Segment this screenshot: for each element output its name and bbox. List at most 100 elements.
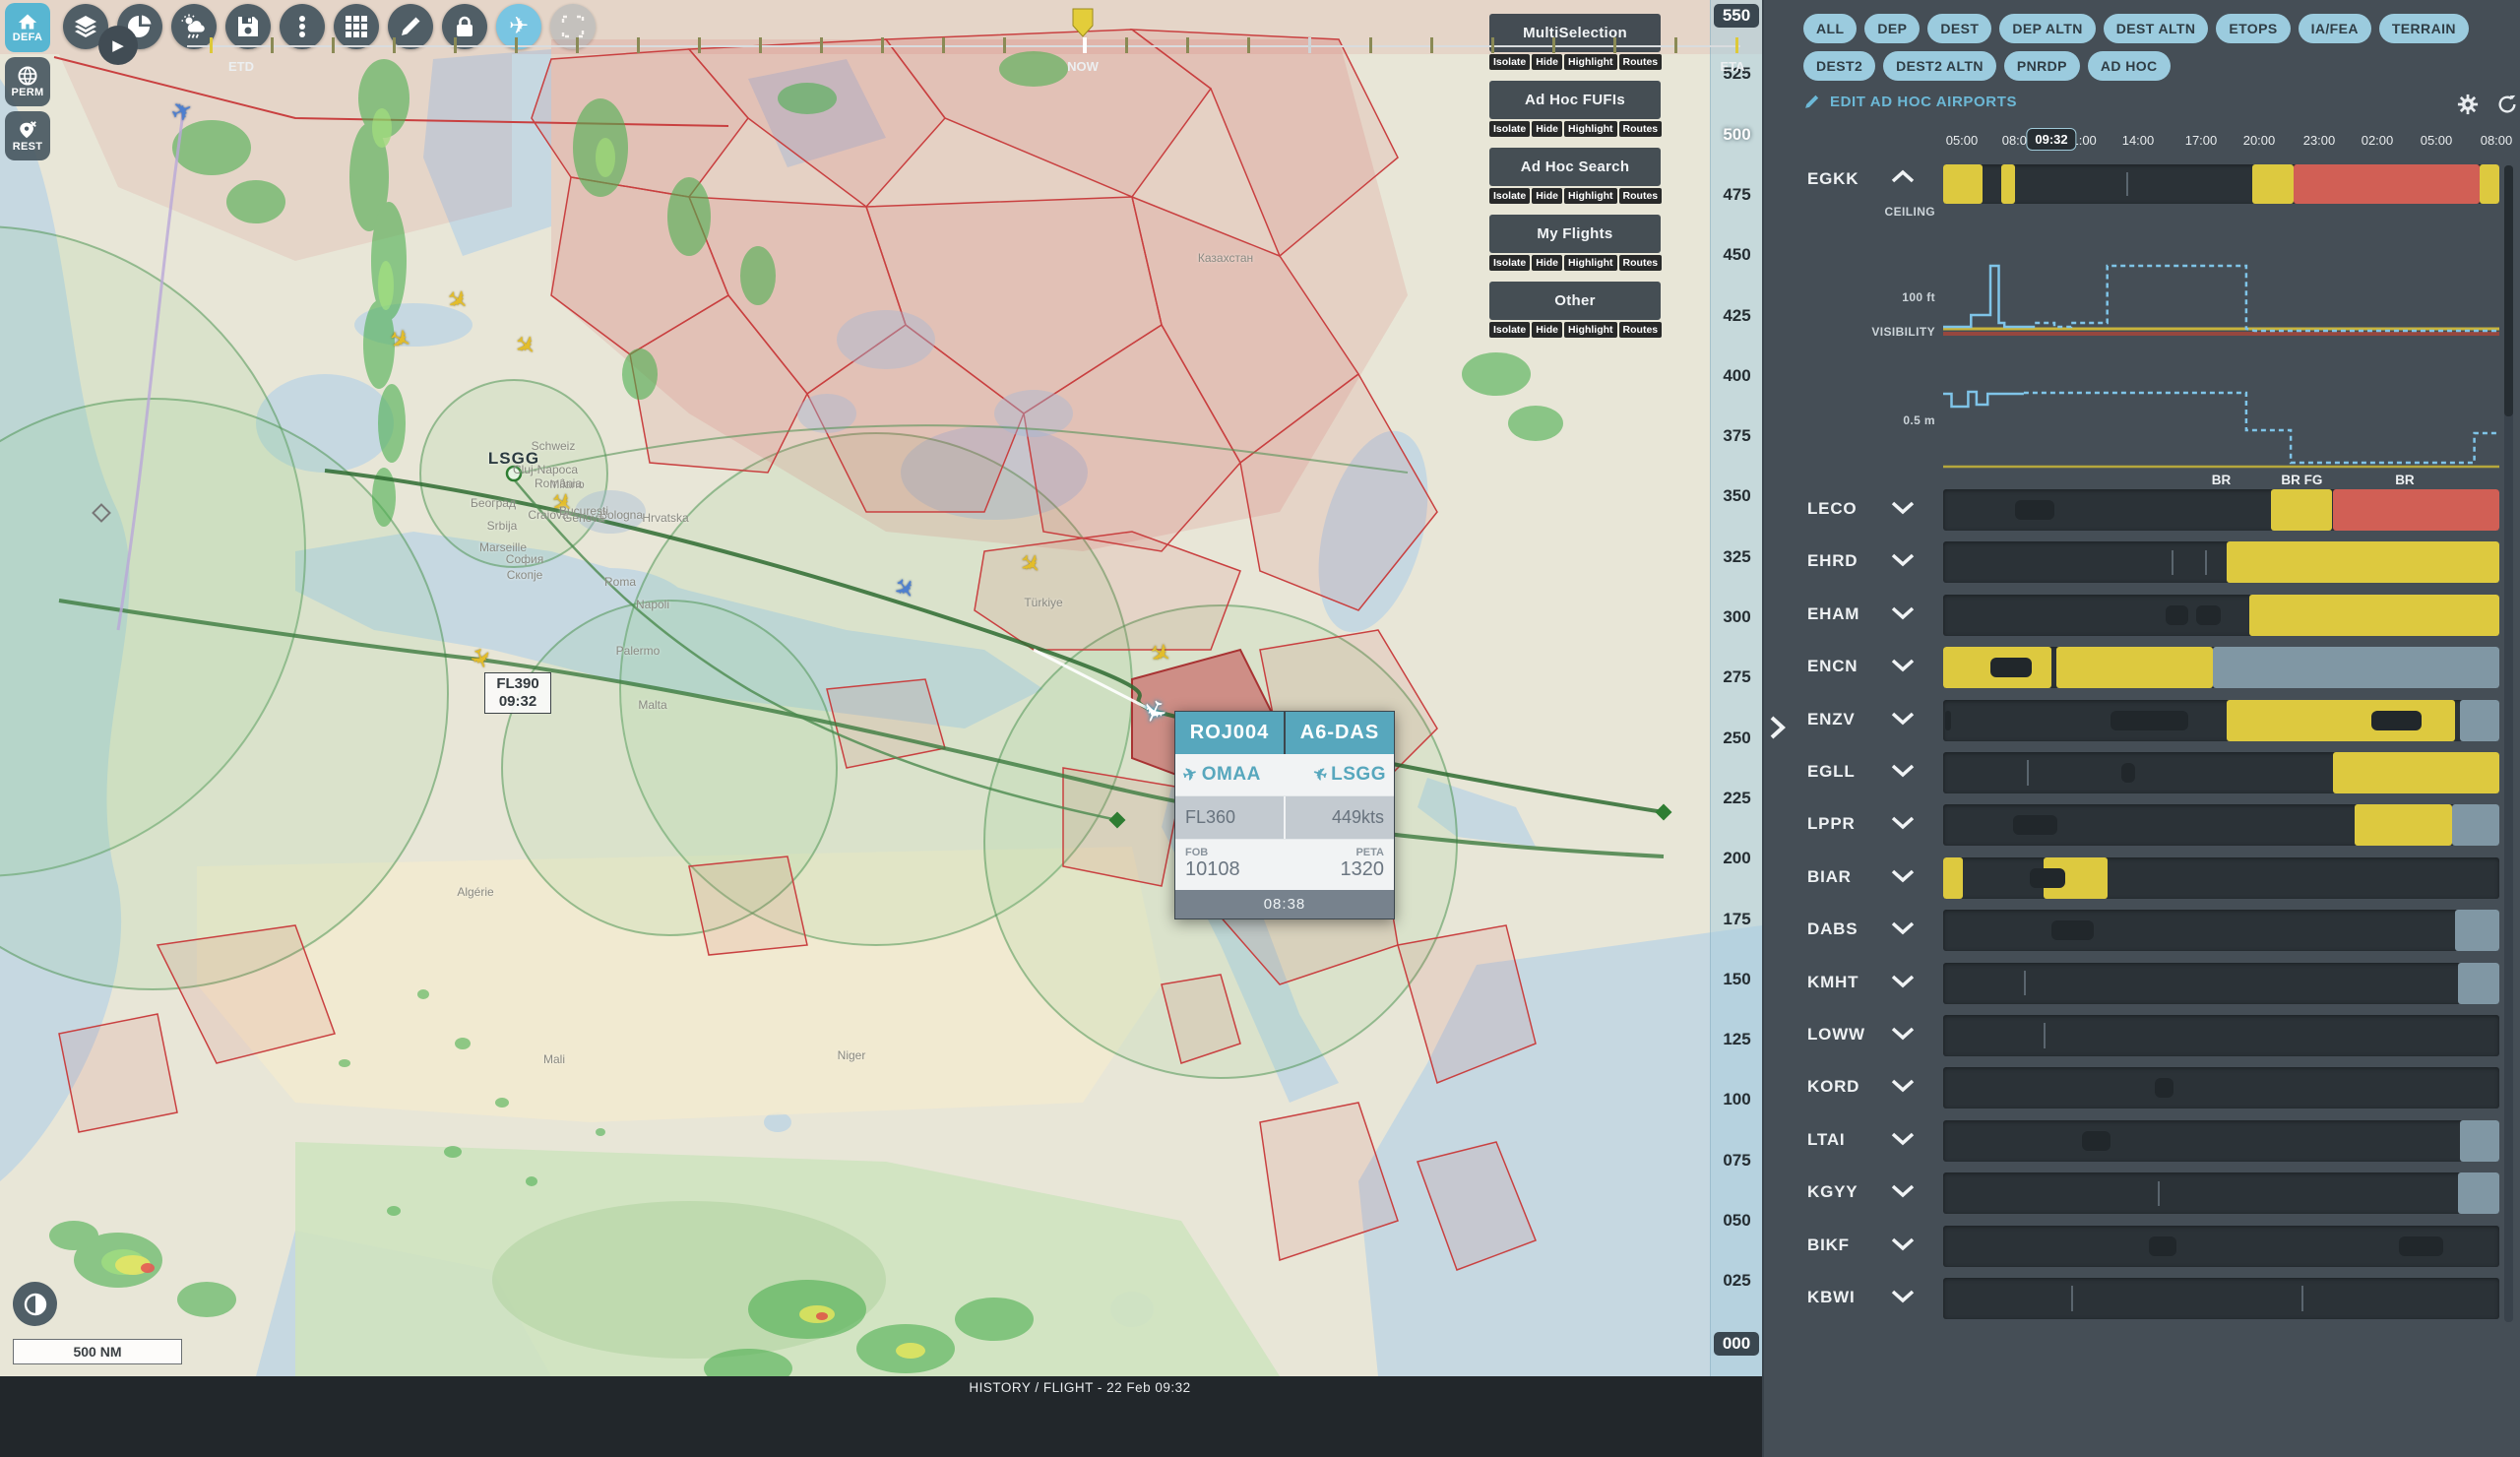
leco-weather-timeline-bar[interactable] <box>1943 489 2499 531</box>
timeline-track[interactable] <box>187 45 1740 47</box>
isolate-button[interactable]: Isolate <box>1489 54 1530 70</box>
expand-row-button[interactable] <box>1890 1132 1916 1151</box>
expand-row-button[interactable] <box>1890 712 1916 730</box>
highlight-button[interactable]: Highlight <box>1564 54 1617 70</box>
aircraft-registration[interactable]: A6-DAS <box>1286 712 1394 754</box>
highlight-button[interactable]: Highlight <box>1564 121 1617 137</box>
enzv-weather-timeline-bar[interactable] <box>1943 700 2499 741</box>
routes-button[interactable]: Routes <box>1619 255 1663 271</box>
chevron-down-icon[interactable] <box>1890 501 1916 515</box>
airport-marker-lsgg[interactable] <box>507 467 521 480</box>
lock-button[interactable] <box>442 4 487 49</box>
expand-row-button[interactable] <box>1890 1184 1916 1203</box>
routes-button[interactable]: Routes <box>1619 121 1663 137</box>
now-marker[interactable] <box>1072 8 1094 42</box>
chevron-down-icon[interactable] <box>1890 1027 1916 1041</box>
highlight-button[interactable]: Highlight <box>1564 255 1617 271</box>
kord-weather-timeline-bar[interactable] <box>1943 1067 2499 1109</box>
filter-chip-dep-altn[interactable]: DEP ALTN <box>1999 14 2095 43</box>
flights-mode-button[interactable]: ✈ <box>496 4 541 49</box>
chevron-down-icon[interactable] <box>1890 816 1916 830</box>
contrast-toggle-button[interactable] <box>13 1282 57 1326</box>
biar-weather-timeline-bar[interactable] <box>1943 857 2499 899</box>
more-options-button[interactable] <box>280 4 325 49</box>
chevron-up-icon[interactable] <box>1890 169 1916 183</box>
eham-weather-timeline-bar[interactable] <box>1943 595 2499 636</box>
loww-weather-timeline-bar[interactable] <box>1943 1015 2499 1056</box>
expand-row-button[interactable] <box>1890 1079 1916 1098</box>
hide-button[interactable]: Hide <box>1532 322 1562 338</box>
filter-chip-dest2-altn[interactable]: DEST2 ALTN <box>1883 51 1996 81</box>
isolate-button[interactable]: Isolate <box>1489 188 1530 204</box>
filter-chip-terrain[interactable]: TERRAIN <box>2379 14 2469 43</box>
kmht-weather-timeline-bar[interactable] <box>1943 963 2499 1004</box>
filter-chip-all[interactable]: ALL <box>1803 14 1857 43</box>
expand-row-button[interactable] <box>1890 816 1916 835</box>
isolate-button[interactable]: Isolate <box>1489 322 1530 338</box>
chevron-down-icon[interactable] <box>1890 659 1916 672</box>
isolate-button[interactable]: Isolate <box>1489 255 1530 271</box>
hide-button[interactable]: Hide <box>1532 54 1562 70</box>
selected-flight-tag[interactable]: FL390 09:32 <box>484 672 551 714</box>
expand-row-button[interactable] <box>1890 553 1916 572</box>
flight-callsign[interactable]: ROJ004 <box>1175 712 1284 754</box>
expand-row-button[interactable] <box>1890 764 1916 783</box>
chevron-down-icon[interactable] <box>1890 1079 1916 1093</box>
filter-chip-etops[interactable]: ETOPS <box>2216 14 2290 43</box>
scrollbar-thumb[interactable] <box>2504 165 2513 416</box>
chevron-down-icon[interactable] <box>1890 764 1916 778</box>
chevron-down-icon[interactable] <box>1890 1132 1916 1146</box>
defa-view-button[interactable]: DEFA <box>5 3 50 52</box>
filter-chip-dep[interactable]: DEP <box>1864 14 1920 43</box>
chevron-down-icon[interactable] <box>1890 1237 1916 1251</box>
filter-chip-dest-altn[interactable]: DEST ALTN <box>2104 14 2209 43</box>
expand-row-button[interactable] <box>1890 869 1916 888</box>
expand-row-button[interactable] <box>1890 921 1916 940</box>
expand-row-button[interactable] <box>1890 1237 1916 1256</box>
rest-layers-button[interactable]: REST <box>5 111 50 160</box>
expand-row-button[interactable] <box>1890 606 1916 625</box>
encn-weather-timeline-bar[interactable] <box>1943 647 2499 688</box>
bikf-weather-timeline-bar[interactable] <box>1943 1226 2499 1267</box>
ehrd-weather-timeline-bar[interactable] <box>1943 541 2499 583</box>
chevron-down-icon[interactable] <box>1890 712 1916 726</box>
kgyy-weather-timeline-bar[interactable] <box>1943 1172 2499 1214</box>
flight-info-popup[interactable]: ROJ004 A6-DAS ✈ OMAA ✈ LSGG FL360 449kts <box>1174 711 1395 919</box>
ltai-weather-timeline-bar[interactable] <box>1943 1120 2499 1162</box>
origin-airport[interactable]: ✈ OMAA <box>1183 764 1285 786</box>
routes-button[interactable]: Routes <box>1619 188 1663 204</box>
fullscreen-button[interactable] <box>550 4 596 49</box>
expand-row-button[interactable] <box>1890 1290 1916 1308</box>
filter-chip-dest2[interactable]: DEST2 <box>1803 51 1875 81</box>
panel-refresh-button[interactable] <box>2496 94 2518 120</box>
timeline-play-button[interactable]: ▶ <box>98 26 138 65</box>
hide-button[interactable]: Hide <box>1532 255 1562 271</box>
edit-ad-hoc-airports-link[interactable]: EDIT AD HOC AIRPORTS <box>1803 94 2017 110</box>
panel-scrollbar[interactable] <box>2504 165 2513 1322</box>
kbwi-weather-timeline-bar[interactable] <box>1943 1278 2499 1319</box>
filter-chip-pnrdp[interactable]: PNRDP <box>2004 51 2080 81</box>
perm-layers-button[interactable]: PERM <box>5 57 50 106</box>
grid-button[interactable] <box>334 4 379 49</box>
expand-row-button[interactable] <box>1890 975 1916 993</box>
chevron-down-icon[interactable] <box>1890 869 1916 883</box>
expand-row-button[interactable] <box>1890 1027 1916 1045</box>
filter-chip-dest[interactable]: DEST <box>1927 14 1991 43</box>
dabs-weather-timeline-bar[interactable] <box>1943 910 2499 951</box>
chevron-down-icon[interactable] <box>1890 1290 1916 1303</box>
isolate-button[interactable]: Isolate <box>1489 121 1530 137</box>
expand-row-button[interactable] <box>1890 501 1916 520</box>
expand-row-button[interactable] <box>1890 659 1916 677</box>
routes-button[interactable]: Routes <box>1619 54 1663 70</box>
hide-button[interactable]: Hide <box>1532 188 1562 204</box>
chevron-down-icon[interactable] <box>1890 1184 1916 1198</box>
egll-weather-timeline-bar[interactable] <box>1943 752 2499 793</box>
filter-chip-ia-fea[interactable]: IA/FEA <box>2299 14 2371 43</box>
chevron-down-icon[interactable] <box>1890 553 1916 567</box>
routes-button[interactable]: Routes <box>1619 322 1663 338</box>
destination-airport[interactable]: ✈ LSGG <box>1285 764 1386 786</box>
egkk-weather-timeline-bar[interactable] <box>1943 164 2499 204</box>
filter-chip-ad-hoc[interactable]: AD HOC <box>2088 51 2171 81</box>
chevron-down-icon[interactable] <box>1890 606 1916 620</box>
flight-level-scale[interactable]: 5505255004754504254003753503253002752502… <box>1710 0 1762 1376</box>
